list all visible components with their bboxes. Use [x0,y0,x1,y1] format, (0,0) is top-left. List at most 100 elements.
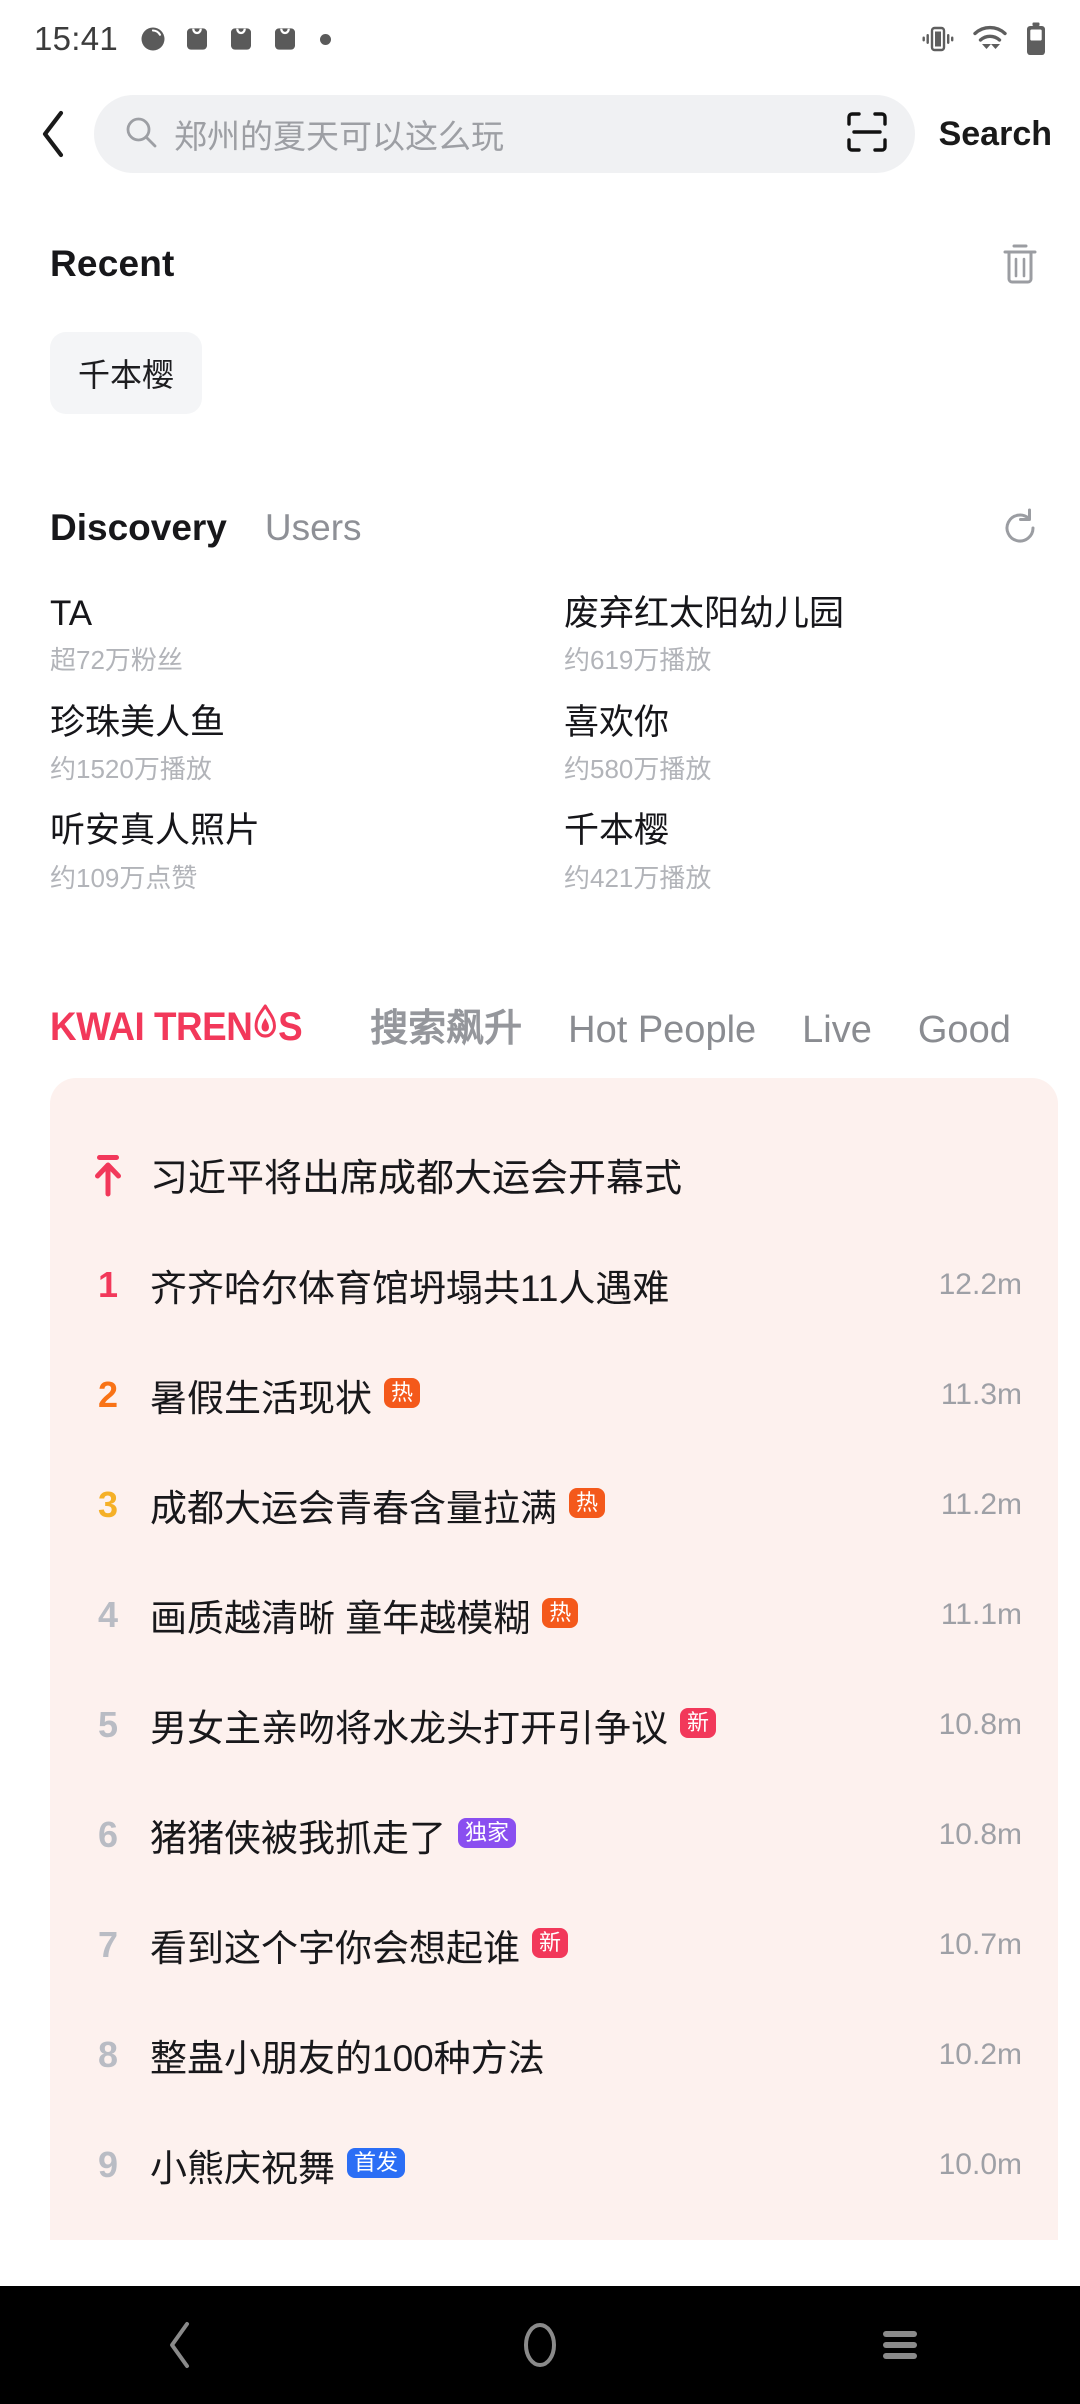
trend-title-text: 男女主亲吻将水龙头打开引争议 [150,1707,668,1749]
table-row[interactable]: 3 成都大运会青春含量拉满 热 11.2m [50,1450,1058,1560]
discovery-item-meta: 约109万点赞 [50,862,198,893]
trash-icon [1003,244,1037,284]
scan-code-icon[interactable] [845,110,889,159]
tab-good[interactable]: Good [918,1009,1011,1052]
kwai-trends-logo[interactable]: KWAI TREN S [50,1004,303,1052]
discovery-item[interactable]: 珍珠美人鱼 约1520万播放 [50,701,534,810]
status-left-icons [138,24,332,54]
trend-rank: 9 [97,2143,119,2185]
discovery-item-name: 千本樱 [564,811,670,851]
trend-rank: 8 [97,2033,119,2075]
status-badge: 独家 [458,1817,517,1848]
refresh-icon [1005,508,1035,543]
table-row[interactable]: 9 小熊庆祝舞 首发 10.0m [50,2110,1058,2220]
android-navigation-bar [0,2286,1080,2404]
status-badge: 新 [680,1707,717,1738]
trend-count: 10.0m [938,2147,1022,2181]
status-right-icons [920,22,1048,56]
trend-rank: 3 [97,1483,119,1525]
back-arrow-icon [42,110,64,158]
refresh-button[interactable] [992,500,1048,556]
discovery-grid: TA 超72万粉丝 废弃红太阳幼儿园 约619万播放 珍珠美人鱼 约1520万播… [50,592,1048,918]
discovery-section: Discovery Users TA 超72万粉丝 废弃红太阳幼儿园 约619万… [0,414,1080,918]
table-row[interactable]: 2 暑假生活现状 热 11.3m [50,1340,1058,1450]
search-icon [124,115,158,154]
nav-back-button[interactable] [105,2286,255,2404]
discovery-item-name: 废弃红太阳幼儿园 [564,594,845,633]
trend-title-text: 暑假生活现状 [150,1377,372,1419]
tab-users[interactable]: Users [265,507,362,549]
tab-search-rising[interactable]: 搜索飙升 [370,997,522,1052]
table-row[interactable]: 8 整蛊小朋友的100种方法 10.2m [50,2000,1058,2110]
table-row[interactable]: 5 男女主亲吻将水龙头打开引争议 新 10.8m [50,1670,1058,1780]
trends-tabbar: KWAI TREN S 搜索飙升 Hot People Live Good [0,980,1080,1052]
vibrate-icon [922,26,954,52]
trend-count: 10.7m [938,1927,1022,1961]
status-badge: 首发 [347,2147,406,2178]
trend-count: 12.2m [938,1267,1022,1301]
discovery-item[interactable]: 喜欢你 约580万播放 [564,701,1048,810]
status-badge: 热 [542,1597,579,1628]
discovery-item-meta: 约1520万播放 [50,753,212,784]
table-row[interactable]: 6 猪猪侠被我抓走了 独家 10.8m [50,1780,1058,1890]
recent-chip[interactable]: 千本樱 [50,332,203,414]
trend-rank: 6 [97,1813,119,1855]
trend-count: 11.1m [940,1597,1022,1631]
search-header: 郑州的夏天可以这么玩 Search [0,78,1080,190]
discovery-item-meta: 超72万粉丝 [50,645,183,676]
clear-history-button[interactable] [992,236,1048,292]
flame-icon [253,1004,277,1052]
discovery-item-meta: 约619万播放 [564,645,712,676]
back-chevron-icon [170,2322,189,2368]
trend-title: 画质越清晰 童年越模糊 热 [150,1588,579,1642]
tab-discovery[interactable]: Discovery [50,507,227,549]
trend-count: 11.3m [940,1377,1022,1411]
recent-title: Recent [50,243,175,284]
trend-title: 习近平将出席成都大运会开幕式 [150,1158,683,1201]
tab-live[interactable]: Live [802,1009,872,1052]
dot-indicator-icon [320,33,332,45]
kwai-trends-logo-pre: KWAI TREN [50,1005,253,1050]
recent-chip-list: 千本樱 [50,332,1048,414]
nav-home-button[interactable] [465,2286,615,2404]
trend-count: 10.8m [938,1707,1022,1741]
discovery-item[interactable]: 千本樱 约421万播放 [564,809,1048,918]
app-icon [231,28,252,50]
discovery-item[interactable]: 废弃红太阳幼儿园 约619万播放 [564,592,1048,701]
discovery-item-name: 喜欢你 [564,702,670,742]
trend-rank: 1 [97,1263,119,1305]
trend-title-text: 画质越清晰 童年越模糊 [150,1597,531,1639]
trend-rank: 7 [97,1923,119,1965]
trend-count: 10.2m [938,2037,1022,2071]
trend-rank: 4 [97,1593,119,1635]
back-button[interactable] [28,104,80,164]
table-row[interactable]: 1 齐齐哈尔体育馆坍塌共11人遇难 12.2m [50,1230,1058,1340]
nav-recents-button[interactable] [825,2286,975,2404]
table-row[interactable]: 7 看到这个字你会想起谁 新 10.7m [50,1890,1058,2000]
home-circle-icon [524,2323,556,2367]
table-row[interactable]: 习近平将出席成都大运会开幕式 [50,1120,1058,1230]
search-button[interactable]: Search [929,115,1058,154]
trend-title-text: 看到这个字你会想起谁 [150,1927,520,1969]
app-icon [275,28,296,50]
trends-list-card: 习近平将出席成都大运会开幕式 1 齐齐哈尔体育馆坍塌共11人遇难 12.2m 2… [50,1077,1058,2240]
trend-title: 成都大运会青春含量拉满 热 [150,1478,606,1532]
discovery-item-meta: 约580万播放 [564,753,712,784]
discovery-item[interactable]: 听安真人照片 约109万点赞 [50,809,534,918]
trend-title: 小熊庆祝舞 首发 [150,2138,406,2192]
battery-icon [1027,22,1045,55]
pin-to-top-icon [80,1152,136,1198]
trend-title: 整蛊小朋友的100种方法 [150,2037,545,2079]
status-badge: 热 [569,1487,606,1518]
tab-hot-people[interactable]: Hot People [568,1009,756,1052]
search-input[interactable]: 郑州的夏天可以这么玩 [94,95,915,173]
discovery-item[interactable]: TA 超72万粉丝 [50,592,534,701]
table-row[interactable]: 4 画质越清晰 童年越模糊 热 11.1m [50,1560,1058,1670]
trend-count: 11.2m [940,1487,1022,1521]
wifi-icon [973,25,1007,49]
trend-title: 看到这个字你会想起谁 新 [150,1918,569,1972]
search-placeholder-text: 郑州的夏天可以这么玩 [174,118,504,155]
trend-title: 猪猪侠被我抓走了 独家 [150,1808,517,1862]
kwai-trends-logo-post: S [278,1005,303,1050]
trend-title-text: 小熊庆祝舞 [150,2147,335,2189]
